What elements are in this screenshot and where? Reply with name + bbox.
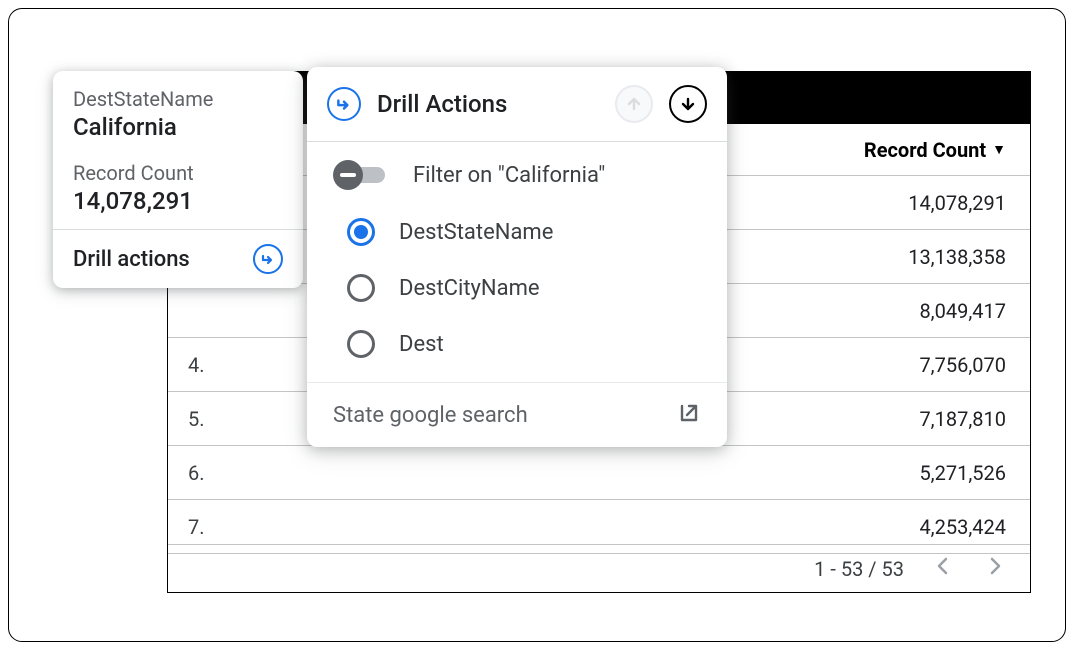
- row-value: 4,253,424: [228, 515, 1006, 539]
- tooltip-metric-value: 14,078,291: [73, 187, 283, 215]
- open-external-icon: [677, 401, 701, 429]
- drill-icon: [253, 244, 283, 274]
- tooltip-dim-value: California: [73, 113, 283, 141]
- drill-panel-title: Drill Actions: [377, 90, 599, 118]
- drill-down-button[interactable]: [669, 85, 707, 123]
- page-info: 1 - 53 / 53: [814, 557, 904, 581]
- column-header-label: Record Count: [864, 138, 986, 162]
- drill-field-option[interactable]: DestStateName: [307, 204, 727, 260]
- row-number: 6.: [188, 461, 228, 485]
- arrow-down-icon: [679, 95, 697, 113]
- radio-unselected-icon: [347, 274, 375, 302]
- radio-unselected-icon: [347, 330, 375, 358]
- sort-desc-icon: ▼: [992, 141, 1006, 158]
- row-value: 5,271,526: [228, 461, 1006, 485]
- table-row[interactable]: 6. 5,271,526: [168, 446, 1030, 500]
- chevron-left-icon: [936, 556, 950, 576]
- filter-toggle[interactable]: [333, 160, 391, 190]
- drill-field-option[interactable]: DestCityName: [307, 260, 727, 316]
- filter-toggle-label: Filter on "California": [413, 163, 605, 188]
- drill-up-button[interactable]: [615, 85, 653, 123]
- drill-options-list: Filter on "California" DestStateName Des…: [307, 142, 727, 382]
- chevron-right-icon: [988, 556, 1002, 576]
- row-number: 4.: [188, 353, 228, 377]
- filter-toggle-option[interactable]: Filter on "California": [307, 146, 727, 204]
- drill-field-option[interactable]: Dest: [307, 316, 727, 372]
- row-number: 7.: [188, 515, 228, 539]
- google-search-link[interactable]: State google search: [307, 382, 727, 447]
- table-footer: 1 - 53 / 53: [168, 544, 1030, 592]
- drill-panel-header: Drill Actions: [307, 67, 727, 141]
- tooltip-metric-label: Record Count: [73, 161, 283, 185]
- drill-actions-panel: Drill Actions Filter on "California": [307, 67, 727, 447]
- next-page-button[interactable]: [982, 552, 1008, 586]
- prev-page-button[interactable]: [930, 552, 956, 586]
- drill-actions-label: Drill actions: [73, 247, 190, 272]
- drill-actions-button[interactable]: Drill actions: [53, 230, 303, 288]
- search-link-label: State google search: [333, 403, 528, 428]
- row-number: 5.: [188, 407, 228, 431]
- drill-icon: [327, 87, 361, 121]
- arrow-up-icon: [625, 95, 643, 113]
- app-frame: Record Count ▼ 14,078,291 13,138,358 8,0…: [8, 8, 1066, 642]
- toggle-knob-icon: [333, 160, 363, 190]
- drill-option-label: Dest: [399, 332, 444, 357]
- radio-selected-icon: [347, 218, 375, 246]
- drill-option-label: DestStateName: [399, 220, 553, 245]
- tooltip-dim-label: DestStateName: [73, 87, 283, 111]
- drill-option-label: DestCityName: [399, 276, 540, 301]
- tooltip-card: DestStateName California Record Count 14…: [53, 71, 303, 288]
